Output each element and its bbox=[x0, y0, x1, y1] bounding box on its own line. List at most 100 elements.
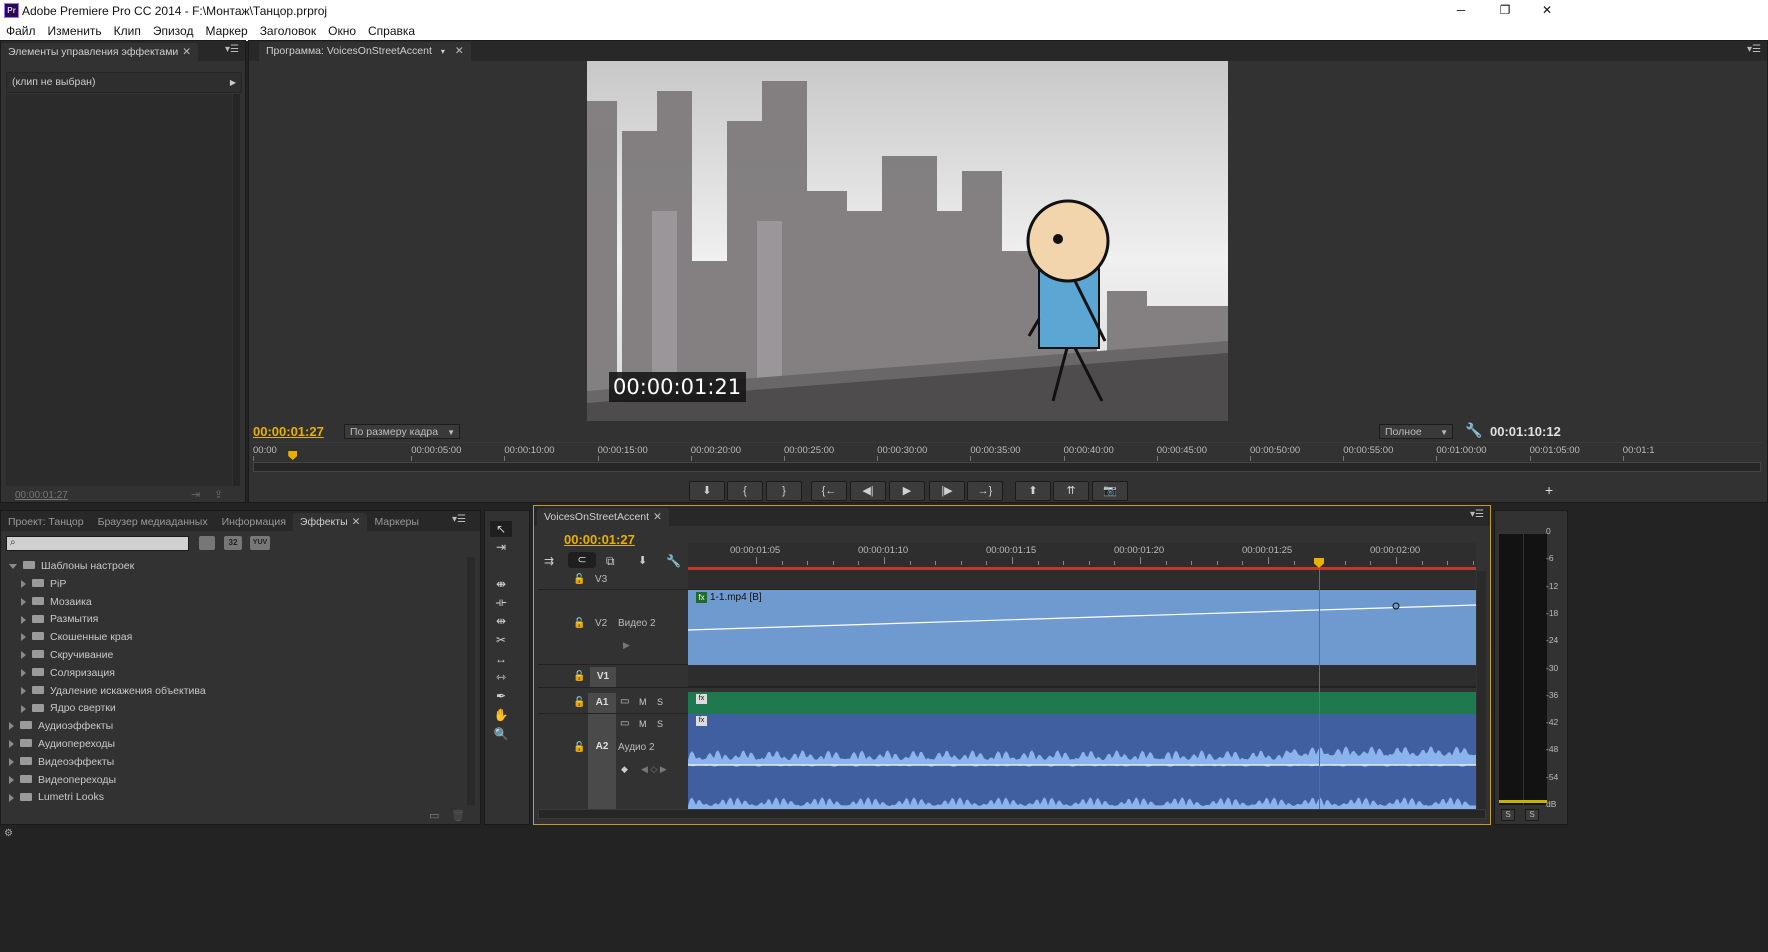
tree-item[interactable]: Удаление искажения объектива bbox=[21, 683, 206, 700]
track-target-v1[interactable]: V1 bbox=[590, 667, 616, 687]
tab-0[interactable]: Проект: Танцор bbox=[1, 513, 91, 531]
current-timecode[interactable]: 00:00:01:27 bbox=[253, 424, 324, 439]
in-point-icon[interactable]: { bbox=[727, 481, 763, 501]
gear-icon[interactable]: ⚙ bbox=[4, 828, 13, 839]
trash-icon[interactable]: 🗑 bbox=[451, 809, 465, 822]
chevron-down-icon[interactable]: ▾ bbox=[441, 47, 445, 56]
chevron-right-icon[interactable] bbox=[21, 580, 26, 589]
zoom-tool-icon[interactable]: 🔍 bbox=[490, 726, 512, 742]
settings-wrench-icon[interactable]: 🔧 bbox=[666, 554, 681, 568]
close-icon[interactable]: ✕ bbox=[182, 46, 191, 58]
menu-item[interactable]: Изменить bbox=[42, 22, 108, 41]
accelerated-effects-icon[interactable] bbox=[199, 536, 215, 550]
panel-menu-icon[interactable]: ▾☰ bbox=[452, 514, 466, 525]
solo-right-button[interactable]: S bbox=[1525, 809, 1539, 821]
add-keyframe-icon[interactable]: ◆ bbox=[621, 764, 628, 775]
rate-stretch-tool-icon[interactable]: ⇹ bbox=[490, 613, 512, 629]
track-target-a1[interactable]: A1 bbox=[588, 693, 616, 713]
tree-item[interactable]: Аудиопереходы bbox=[9, 736, 115, 753]
insert-nest-icon[interactable]: ⇉ bbox=[544, 554, 554, 568]
timeline-timecode[interactable]: 00:00:01:27 bbox=[564, 532, 635, 547]
chevron-right-icon[interactable] bbox=[21, 597, 26, 606]
ripple-edit-tool-icon[interactable]: ⇼ bbox=[490, 576, 512, 592]
tree-item[interactable]: Соляризация bbox=[21, 665, 115, 682]
solo-button-a2[interactable]: S bbox=[657, 719, 663, 729]
tree-item[interactable]: Скошенные края bbox=[21, 629, 132, 646]
voice-over-icon[interactable]: ▭ bbox=[620, 718, 629, 729]
lock-icon[interactable]: 🔓 bbox=[573, 671, 585, 682]
lock-icon[interactable]: 🔓 bbox=[573, 574, 585, 585]
chevron-right-icon[interactable] bbox=[9, 758, 14, 767]
step-forward-icon[interactable]: |▶ bbox=[929, 481, 965, 501]
tab-4[interactable]: Маркеры bbox=[367, 513, 425, 531]
audio-clip-a1[interactable]: fx bbox=[688, 692, 1476, 714]
tab-1[interactable]: Браузер медиаданных bbox=[91, 513, 215, 531]
keyframe-nav-icon[interactable]: ▶ bbox=[623, 640, 630, 651]
work-area-bar[interactable] bbox=[688, 567, 1476, 570]
step-back-icon[interactable]: ◀| bbox=[850, 481, 886, 501]
vertical-scrollbar[interactable] bbox=[467, 557, 475, 805]
linked-selection-icon[interactable]: ⧉ bbox=[606, 554, 615, 569]
close-icon[interactable]: ✕ bbox=[1532, 3, 1562, 17]
menu-item[interactable]: Заголовок bbox=[254, 22, 322, 41]
mute-button-a1[interactable]: M bbox=[639, 697, 647, 707]
tree-item[interactable]: Видеопереходы bbox=[9, 772, 116, 789]
chevron-right-icon[interactable] bbox=[9, 722, 14, 731]
chevron-right-icon[interactable] bbox=[21, 615, 26, 624]
quality-dropdown[interactable]: Полное ▼ bbox=[1379, 424, 1453, 439]
lift-icon[interactable]: ⬆ bbox=[1015, 481, 1051, 501]
pen-tool-icon[interactable]: ✒ bbox=[490, 688, 512, 704]
export-frame-icon[interactable]: 📷 bbox=[1092, 481, 1128, 501]
tree-item[interactable]: Видеоэффекты bbox=[9, 754, 114, 771]
chevron-right-icon[interactable] bbox=[21, 669, 26, 678]
chevron-down-icon[interactable] bbox=[9, 563, 17, 569]
wrench-icon[interactable]: 🔧 bbox=[1465, 422, 1482, 439]
close-icon[interactable]: ✕ bbox=[653, 511, 662, 523]
add-button-icon[interactable]: + bbox=[1545, 482, 1553, 498]
tab-sequence[interactable]: VoicesOnStreetAccent ✕ bbox=[537, 508, 669, 526]
minimize-icon[interactable]: ─ bbox=[1446, 3, 1476, 17]
tree-item[interactable]: Lumetri Looks bbox=[9, 789, 104, 806]
opacity-rubberband[interactable] bbox=[688, 590, 1476, 665]
menu-item[interactable]: Эпизод bbox=[147, 22, 200, 41]
track-target-a2[interactable]: A2 bbox=[588, 714, 616, 809]
play-icon[interactable]: ▶ bbox=[889, 481, 925, 501]
chevron-right-icon[interactable] bbox=[21, 704, 26, 713]
32-bit-filter-icon[interactable]: 32 bbox=[224, 536, 242, 550]
panel-menu-icon[interactable]: ▾☰ bbox=[1747, 44, 1761, 55]
panel-menu-icon[interactable]: ▾☰ bbox=[225, 44, 239, 55]
tree-item[interactable]: Шаблоны настроек bbox=[9, 558, 134, 575]
chevron-right-icon[interactable] bbox=[21, 686, 26, 695]
hand-tool-icon[interactable]: ✋ bbox=[490, 707, 512, 723]
razor-tool-icon[interactable]: ✂ bbox=[490, 632, 512, 648]
tree-item[interactable]: Скручивание bbox=[21, 647, 113, 664]
panel-menu-icon[interactable]: ▾☰ bbox=[1470, 509, 1484, 520]
close-icon[interactable]: ✕ bbox=[455, 45, 464, 57]
out-point-icon[interactable]: } bbox=[766, 481, 802, 501]
timeline-hscroll[interactable] bbox=[538, 809, 1486, 819]
chevron-right-icon[interactable] bbox=[21, 633, 26, 642]
tree-item[interactable]: PiP bbox=[21, 576, 66, 593]
tab-2[interactable]: Информация bbox=[215, 513, 293, 531]
tab-effect-controls[interactable]: Элементы управления эффектами ✕ bbox=[1, 43, 199, 61]
effects-search-input[interactable]: ⌕ bbox=[6, 536, 189, 551]
rolling-edit-tool-icon[interactable]: ⟛ bbox=[490, 594, 512, 610]
new-bin-icon[interactable]: ▭ bbox=[429, 809, 439, 822]
close-icon[interactable]: ✕ bbox=[352, 516, 361, 528]
timeline-vscroll[interactable] bbox=[1477, 571, 1486, 809]
chevron-right-icon[interactable]: ▶ bbox=[230, 73, 236, 92]
solo-button-a1[interactable]: S bbox=[657, 697, 663, 707]
tree-item[interactable]: Аудиоэффекты bbox=[9, 718, 113, 735]
solo-left-button[interactable]: S bbox=[1501, 809, 1515, 821]
selection-tool-icon[interactable]: ↖ bbox=[490, 521, 512, 537]
menu-item[interactable]: Маркер bbox=[199, 22, 253, 41]
keyframe-nav-icon[interactable]: ◀ ◇ ▶ bbox=[641, 764, 667, 775]
snap-icon[interactable]: ⊂ bbox=[568, 552, 596, 568]
menu-item[interactable]: Файл bbox=[0, 22, 42, 41]
audio-clip-a2[interactable]: fx bbox=[688, 714, 1476, 809]
menu-item[interactable]: Клип bbox=[108, 22, 147, 41]
clip-header[interactable]: (клип не выбран) ▶ bbox=[6, 72, 242, 93]
go-to-in-icon[interactable]: {← bbox=[811, 481, 847, 501]
lock-icon[interactable]: 🔓 bbox=[573, 618, 585, 629]
video-frame[interactable]: 00:00:01:21 bbox=[587, 61, 1228, 421]
